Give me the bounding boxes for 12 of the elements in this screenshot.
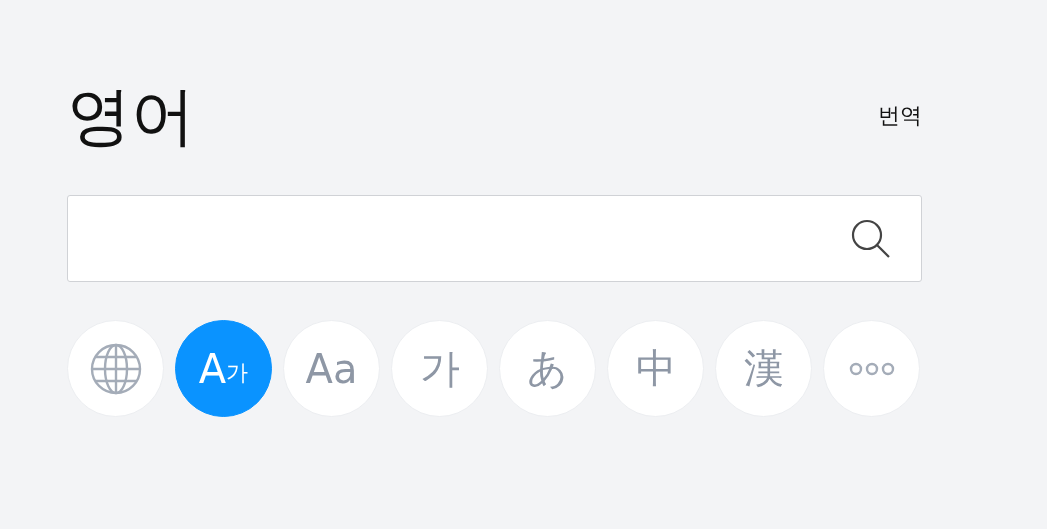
script-button[interactable]: あ xyxy=(499,320,596,417)
page-title: 영어 xyxy=(67,84,195,148)
script-button[interactable]: 가 xyxy=(391,320,488,417)
globe-icon xyxy=(89,342,142,395)
search-icon[interactable] xyxy=(851,218,891,259)
search-field[interactable] xyxy=(67,195,922,282)
script-button[interactable]: Aa xyxy=(283,320,380,417)
script-button[interactable]: A가 xyxy=(175,320,272,417)
more-icon xyxy=(848,361,895,376)
translate-link[interactable]: 번역 xyxy=(878,101,922,131)
script-button[interactable]: 漢 xyxy=(715,320,812,417)
script-button[interactable]: 中 xyxy=(607,320,704,417)
